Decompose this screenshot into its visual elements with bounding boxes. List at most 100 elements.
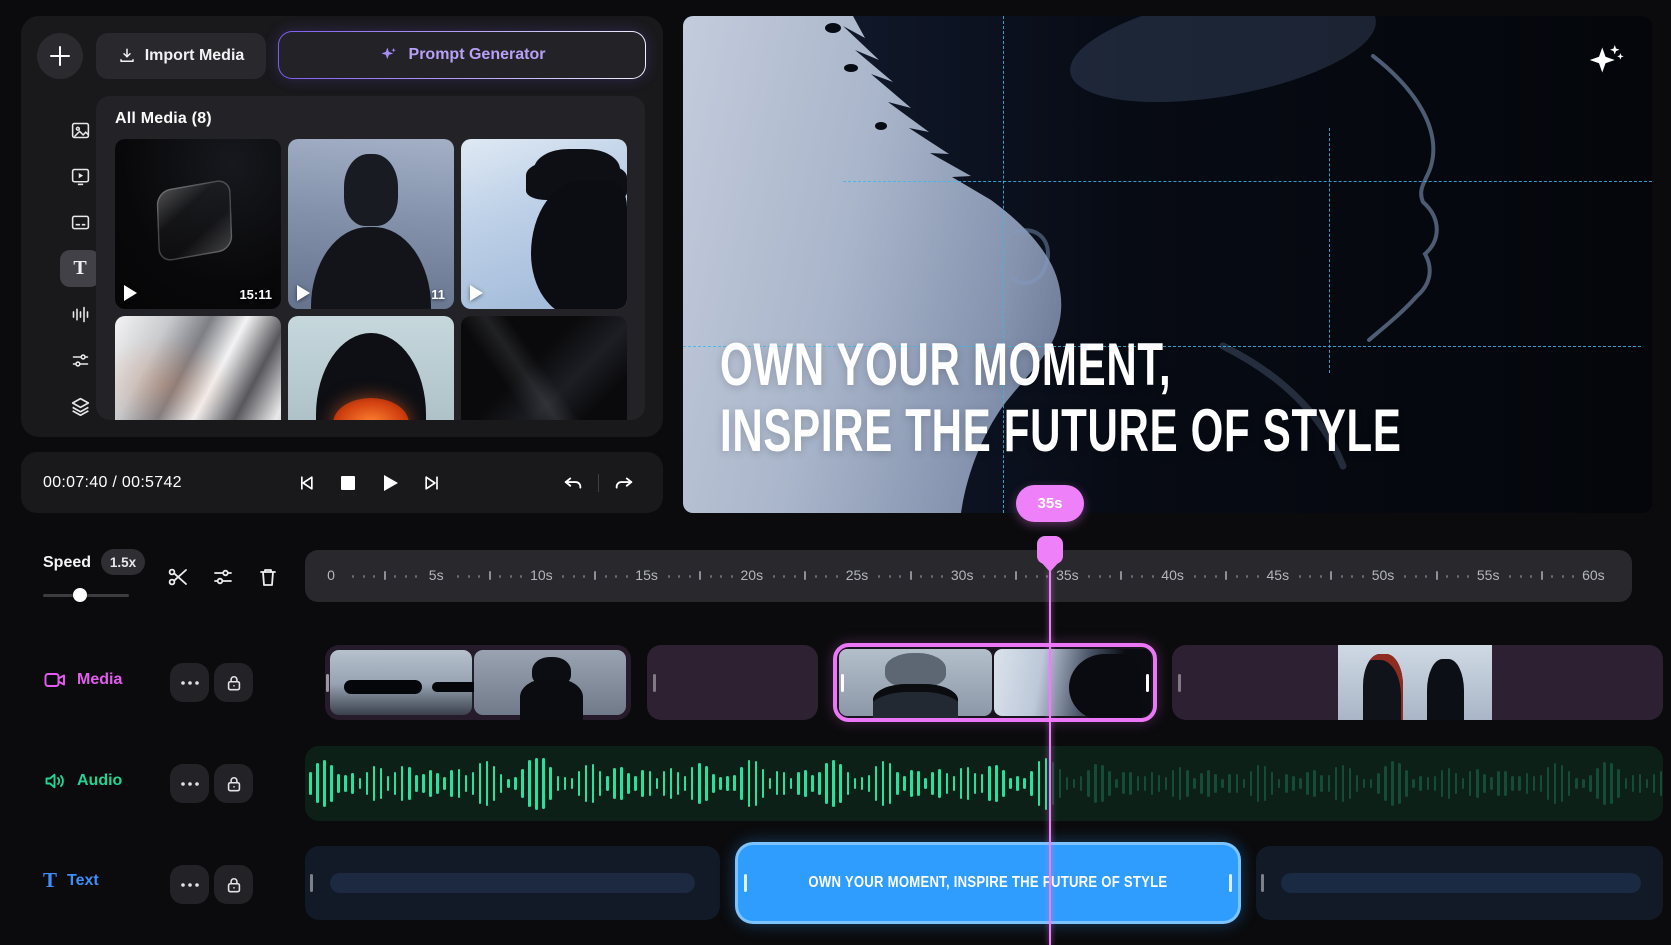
text-clip-1[interactable] [305,846,720,920]
text-track-options-button[interactable] [170,865,209,904]
portrait-glasses-clip[interactable]: 15:11 [288,139,454,309]
waveform-bar [1023,778,1026,788]
speed-value-badge[interactable]: 1.5x [101,549,145,575]
clip-trim-handle[interactable] [1261,874,1264,892]
media-track-lock-button[interactable] [214,663,253,702]
media-track-options-button[interactable] [170,663,209,702]
adjust-button[interactable] [211,563,239,591]
vr-headset-clip[interactable]: 15:11 [461,139,627,309]
waveform-bar [1448,768,1451,798]
ruler-minor-tick [1025,575,1027,578]
waveform-bar [564,777,567,791]
media-clip-2[interactable] [647,645,818,720]
ruler-minor-tick [920,575,922,578]
timeline-ruler[interactable]: 05s10s15s20s25s30s35s40s45s50s55s60s [305,550,1632,602]
split-scissors-button[interactable] [166,563,194,591]
layers-icon[interactable] [60,388,100,425]
clip-trim-handle[interactable] [653,674,656,692]
ruler-minor-tick [1131,575,1133,578]
delete-button[interactable] [256,563,284,591]
speed-slider[interactable] [43,588,129,602]
waveform-bar [1639,774,1642,792]
clip-trim-handle[interactable] [326,674,329,692]
waveform-bar [458,769,461,799]
image-icon[interactable] [60,112,100,149]
clip-trim-handle[interactable] [1178,674,1181,692]
waveform-bar [1129,772,1132,796]
media-clip-1-thumb-portrait [474,650,626,715]
audio-track-label: Audio [43,769,122,793]
waveform-bar [1137,776,1140,790]
prompt-generator-button[interactable]: Prompt Generator [278,31,646,79]
waveform-bar [790,778,793,789]
waveform-bar [521,769,524,797]
text-clip-3[interactable] [1256,846,1663,920]
adjust-sliders-icon[interactable] [60,342,100,379]
waveform-bar [1122,772,1125,794]
stop-button[interactable] [335,470,361,496]
waveform-bar [465,775,468,792]
speed-slider-knob[interactable] [73,588,87,602]
media-track-label: Media [43,668,122,692]
text-clip-2-label: OWN YOUR MOMENT, INSPIRE THE FUTURE OF S… [808,874,1167,892]
waveform-bar [1214,774,1217,794]
media-clip-1[interactable] [325,645,631,720]
playhead-time-badge[interactable]: 35s [1016,485,1084,522]
video-icon[interactable] [60,158,100,195]
waveform-bar [1419,776,1422,791]
text-icon[interactable]: T [60,250,100,287]
liquid-chrome-clip[interactable] [115,316,281,420]
play-button[interactable] [377,470,403,496]
ruler-minor-tick [1036,575,1038,578]
timecode: 00:07:40 / 00:5742 [43,474,182,492]
media-clip-4[interactable] [1172,645,1663,720]
audio-track-lock-button[interactable] [214,764,253,803]
ruler-tick-label: 40s [1161,567,1184,583]
media-clip-3-selected[interactable] [833,643,1157,722]
waveform-bar [1455,773,1458,794]
ruler-minor-tick [363,575,365,578]
ellipsis-icon [180,781,200,787]
preview-canvas[interactable]: OWN YOUR MOMENT, INSPIRE THE FUTURE OF S… [683,16,1652,513]
waveform-bar [415,775,418,793]
text-clip-2-active[interactable]: OWN YOUR MOMENT, INSPIRE THE FUTURE OF S… [735,842,1241,924]
redo-button[interactable] [611,470,637,496]
audio-clip-waveform[interactable] [305,746,1663,821]
skip-back-button[interactable] [293,470,319,496]
ruler-minor-tick [1236,575,1238,578]
captions-icon[interactable] [60,204,100,241]
audio-wave-icon[interactable] [60,296,100,333]
ruler-minor-tick [1362,575,1364,578]
waveform-bar [366,772,369,796]
import-media-button[interactable]: Import Media [96,33,266,79]
waveform-bar [1476,769,1479,797]
clip-trim-handle-right[interactable] [1146,674,1149,692]
waveform-bar [1511,776,1514,791]
waveform-bar [776,771,779,795]
ruler-minor-tick [804,571,806,580]
ruler-minor-tick [1341,575,1343,578]
audio-track-options-button[interactable] [170,764,209,803]
helmet-visor-clip[interactable] [288,316,454,420]
add-media-button[interactable] [37,33,83,79]
clip-trim-handle-right[interactable] [1229,874,1232,892]
clip-trim-handle-left[interactable] [744,874,747,892]
waveform-bar [1193,778,1196,788]
ruler-minor-tick [510,575,512,578]
ruler-minor-tick [1152,575,1154,578]
ruler-minor-tick [1246,575,1248,578]
playhead-handle[interactable] [1037,536,1063,564]
ruler-minor-tick [615,575,617,578]
waveform-bar [924,778,927,788]
dark-abstract-clip[interactable] [461,316,627,420]
preview-text-overlay[interactable]: OWN YOUR MOMENT, INSPIRE THE FUTURE OF S… [720,332,1402,464]
ai-sparkle-button[interactable] [1586,38,1630,82]
skip-forward-button[interactable] [419,470,445,496]
waveform-bar [330,765,333,802]
ruler-minor-tick [594,571,596,580]
text-track-lock-button[interactable] [214,865,253,904]
clip-trim-handle-left[interactable] [841,674,844,692]
esc-keycap-clip[interactable]: 15:11 [115,139,281,309]
undo-button[interactable] [560,470,586,496]
clip-trim-handle[interactable] [310,874,313,892]
